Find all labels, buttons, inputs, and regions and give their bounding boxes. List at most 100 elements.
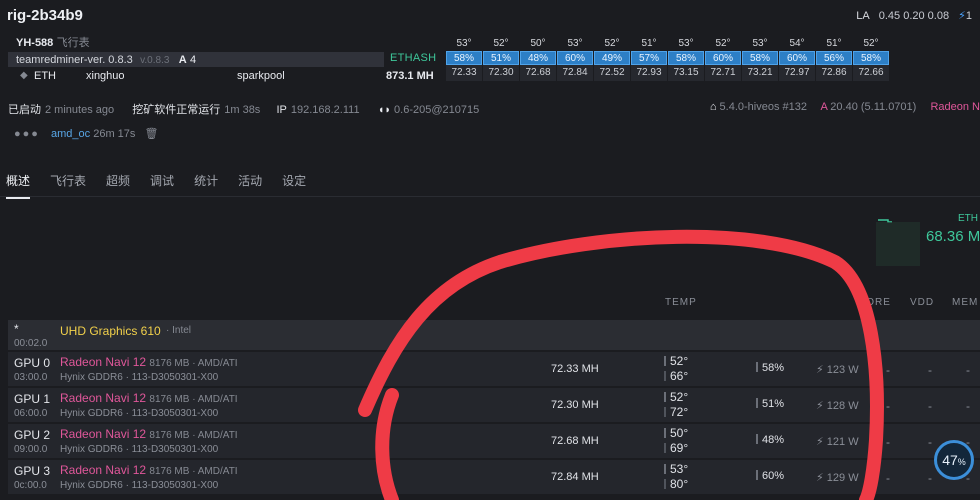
gpu-summary-temp: 54° <box>789 38 805 49</box>
gpu-model-name: Radeon Navi 12 <box>60 463 147 477</box>
gpu-core-temp: 52° <box>670 390 689 404</box>
tab-tuning[interactable]: 调试 <box>150 172 174 199</box>
gpu-core: - <box>886 435 890 449</box>
gpu-summary-temp: 51° <box>826 38 842 49</box>
gpu-summary-hash: 72.68 <box>520 65 556 81</box>
gpu-summary-col[interactable]: 50° 48% 72.68 <box>520 37 556 81</box>
gpu-summary-temp: 52° <box>715 38 731 49</box>
gpu-summary-fan: 51% <box>483 51 519 65</box>
col-vdd: VDD <box>910 297 935 308</box>
col-temp: TEMP <box>665 297 697 308</box>
gpu-id: GPU 1 <box>14 392 51 406</box>
status-dots-icon: ●●● <box>14 128 40 140</box>
table-row[interactable]: GPU 3 0c:00.0 Radeon Navi 12 8176 MB · AMD… <box>8 460 980 496</box>
gpu-summary-fan: 58% <box>446 51 482 65</box>
gpu-bus: 03:00.0 <box>14 372 48 383</box>
gpu-hashrate: 72.84 MH <box>551 471 599 483</box>
gpu-summary-temp: 53° <box>752 38 768 49</box>
gpu-summary-col[interactable]: 53° 58% 73.21 <box>742 37 778 81</box>
gpu-power: ⚡ 128 W <box>816 399 859 412</box>
gpu-rows: GPU 0 03:00.0 Radeon Navi 12 8176 MB · AMD… <box>8 352 980 496</box>
flight-sheet-label[interactable]: 飞行表 <box>57 37 90 49</box>
table-row-igpu[interactable]: * 00:02.0 UHD Graphics 610 · Intel <box>8 320 980 352</box>
table-row[interactable]: GPU 2 09:00.0 Radeon Navi 12 8176 MB · AMD… <box>8 424 980 460</box>
gpu-summary-col[interactable]: 51° 56% 72.86 <box>816 37 852 81</box>
gpu-summary-fan: 48% <box>520 51 556 65</box>
worker-row: YH-588 飞行表 <box>8 34 438 51</box>
gpu-summary-col[interactable]: 51° 57% 72.93 <box>631 37 667 81</box>
temp-bar-icon <box>664 464 666 474</box>
tab-divider <box>0 196 980 197</box>
gpu-summary-fan: 57% <box>631 51 667 65</box>
igpu-bus: 00:02.0 <box>14 338 48 349</box>
flight-sheet-name[interactable]: amd_oc <box>51 128 90 140</box>
gpu-summary-col[interactable]: 54° 60% 72.97 <box>779 37 815 81</box>
gpu-table: * 00:02.0 UHD Graphics 610 · Intel GPU 0… <box>8 320 980 496</box>
gpu-memory: Hynix GDDR6 · 113-D3050301-X00 <box>60 408 219 419</box>
trash-icon[interactable]: 🗑 <box>144 128 158 140</box>
wallet-name[interactable]: xinghuo <box>86 68 125 84</box>
tab-stats[interactable]: 统计 <box>194 172 218 199</box>
gpu-power-value: 123 W <box>826 364 859 376</box>
col-mem: MEM <box>952 297 979 308</box>
version-icon: ◖◗ <box>377 104 391 116</box>
gpu-summary-col[interactable]: 52° 60% 72.71 <box>705 37 741 81</box>
gpu-summary-temp: 51° <box>641 38 657 49</box>
tab-flight-sheet[interactable]: 飞行表 <box>50 172 86 199</box>
gpu-vdd: - <box>928 471 932 485</box>
running-label: 挖矿软件正常运行 <box>132 104 221 116</box>
gpu-summary-temp: 53° <box>456 38 472 49</box>
gpu-summary-hash: 73.21 <box>742 65 778 81</box>
bolt-icon: ⚡ <box>816 400 824 412</box>
gpu-summary-col[interactable]: 53° 60% 72.84 <box>557 37 593 81</box>
gpu-summary-fan: 58% <box>742 51 778 65</box>
ip-value: 192.168.2.111 <box>290 104 360 116</box>
gpu-memory: Hynix GDDR6 · 113-D3050301-X00 <box>60 444 219 455</box>
gpu-summary-col[interactable]: 53° 58% 73.15 <box>668 37 704 81</box>
gpu-summary-col[interactable]: 52° 51% 72.30 <box>483 37 519 81</box>
la-values: 0.45 0.20 0.08 <box>878 10 950 22</box>
overview-rate: 68.36 M <box>926 228 980 245</box>
gpu-summary-fan: 56% <box>816 51 852 65</box>
algo-label: ETHASH <box>390 52 437 64</box>
gpu-vdd: - <box>928 363 932 377</box>
flight-sheet-age: 26m <box>93 128 115 140</box>
gpu-summary-fan: 60% <box>779 51 815 65</box>
gpu-brand: Radeon N <box>930 101 980 113</box>
gpu-temps: 50° 69° <box>664 426 688 456</box>
miner-row[interactable]: teamredminer-ver. 0.8.3 v.0.8.3 A 4 <box>8 52 384 67</box>
la-extra: 1 <box>965 10 972 22</box>
table-row[interactable]: GPU 0 03:00.0 Radeon Navi 12 8176 MB · AMD… <box>8 352 980 388</box>
started-label: 已启动 <box>8 104 41 116</box>
running-value: 1m 38s <box>224 104 261 116</box>
gpu-model-name: Radeon Navi 12 <box>60 391 147 405</box>
gpu-summary-hash: 72.33 <box>446 65 482 81</box>
gpu-summary-hash: 72.93 <box>631 65 667 81</box>
kernel-version: 5.4.0-hiveos #132 <box>719 101 807 113</box>
hive-version: 0.6-205@210715 <box>394 104 480 116</box>
tab-settings[interactable]: 设定 <box>282 172 306 199</box>
table-row[interactable]: GPU 1 06:00.0 Radeon Navi 12 8176 MB · AMD… <box>8 388 980 424</box>
progress-badge[interactable]: 47% <box>934 440 974 480</box>
gpu-summary-col[interactable]: 53° 58% 72.33 <box>446 37 482 81</box>
tab-activity[interactable]: 活动 <box>238 172 262 199</box>
bolt-icon: ⚡ <box>816 436 824 448</box>
gpu-core: - <box>886 471 890 485</box>
gpu-summary-col[interactable]: 52° 49% 72.52 <box>594 37 630 81</box>
pool-name[interactable]: sparkpool <box>237 68 285 84</box>
tab-overview[interactable]: 概述 <box>6 172 31 199</box>
gpu-summary-hash: 72.97 <box>779 65 815 81</box>
gpu-summary-col[interactable]: 52° 58% 72.66 <box>853 37 889 81</box>
tab-overclock[interactable]: 超频 <box>106 172 130 199</box>
col-core: CORE <box>858 297 891 308</box>
bolt-icon: ⚡ <box>816 472 824 484</box>
gpu-hashrate: 72.33 MH <box>551 363 599 375</box>
gpu-fan-value: 58% <box>762 362 785 374</box>
gpu-spec: 8176 MB · AMD/ATI <box>149 466 238 477</box>
gpu-spec: 8176 MB · AMD/ATI <box>149 394 238 405</box>
igpu-star: * <box>14 322 19 336</box>
worker-name[interactable]: YH-588 <box>16 37 53 49</box>
fan-bar-icon <box>756 398 758 408</box>
miner-panel: YH-588 飞行表 teamredminer-ver. 0.8.3 v.0.8… <box>8 34 438 100</box>
temp-bar-icon <box>664 479 666 489</box>
